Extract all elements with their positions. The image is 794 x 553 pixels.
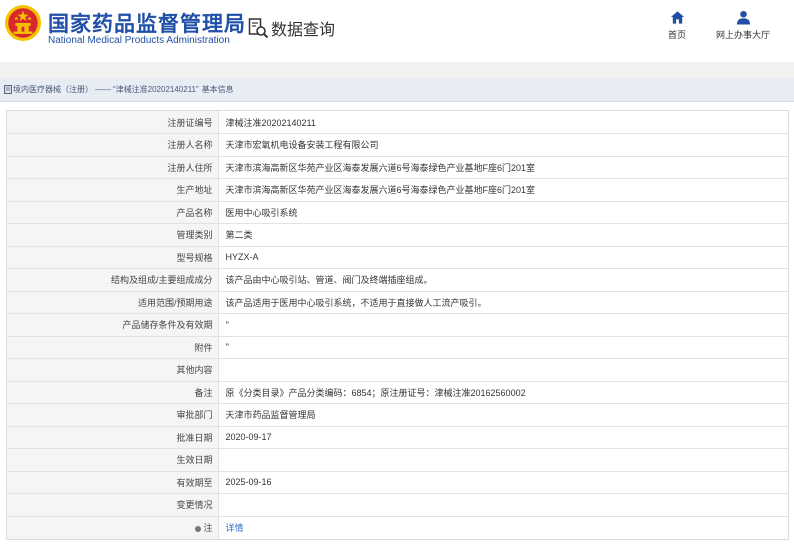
field-label: 注册证编号 bbox=[7, 111, 219, 134]
table-row: 结构及组成/主要组成成分 该产品由中心吸引站、管道、阀门及终端插座组成。 bbox=[7, 268, 788, 292]
field-value: '' bbox=[218, 336, 788, 359]
user-icon bbox=[736, 10, 750, 25]
home-icon bbox=[670, 11, 684, 24]
field-value: HYZX-A bbox=[218, 246, 788, 269]
field-label: 变更情况 bbox=[7, 493, 219, 517]
table-row: 注册人名称 天津市宏氧机电设备安装工程有限公司 bbox=[7, 133, 788, 157]
field-value: 该产品由中心吸引站、管道、阀门及终端插座组成。 bbox=[218, 268, 788, 292]
breadcrumb-category[interactable]: 境内医疗器械（注册） bbox=[13, 84, 93, 95]
table-row: 有效期至 2025-09-16 bbox=[7, 471, 788, 494]
site-title-en: National Medical Products Administration bbox=[48, 35, 230, 46]
field-label: 批准日期 bbox=[7, 426, 219, 449]
details-link[interactable]: 详情 bbox=[226, 523, 244, 533]
field-value: '' bbox=[218, 313, 788, 337]
field-value: 原《分类目录》产品分类编码：6854；原注册证号：津械注准20162560002 bbox=[218, 381, 788, 404]
table-row: 管理类别 第二类 bbox=[7, 223, 788, 247]
breadcrumb-current: 基本信息 bbox=[201, 85, 234, 94]
field-label: 注册人名称 bbox=[7, 133, 219, 157]
table-row: 注册人住所 天津市滨海高新区华苑产业区海泰发展六道6号海泰绿色产业基地F座6门20… bbox=[7, 156, 788, 179]
field-value bbox=[218, 448, 788, 472]
field-label: 备注 bbox=[7, 381, 219, 404]
field-value bbox=[218, 493, 788, 517]
field-value: 津械注准20202140211 bbox=[218, 111, 788, 134]
data-query-heading: 数据查询 bbox=[247, 16, 335, 40]
breadcrumb-record: “津械注准20202140211” bbox=[113, 85, 199, 94]
field-label: 有效期至 bbox=[7, 471, 219, 494]
table-row: 附件 '' bbox=[7, 336, 788, 359]
field-label: 附件 bbox=[7, 336, 219, 359]
note-row: 注 详情 bbox=[7, 516, 788, 539]
field-label: 产品储存条件及有效期 bbox=[7, 313, 219, 337]
data-query-label: 数据查询 bbox=[271, 22, 336, 39]
field-value: 天津市滨海高新区华苑产业区海泰发展六道6号海泰绿色产业基地F座6门201室 bbox=[218, 156, 788, 179]
table-row: 批准日期 2020-09-17 bbox=[7, 426, 788, 449]
field-label: 结构及组成/主要组成成分 bbox=[7, 268, 219, 292]
field-value: 2020-09-17 bbox=[218, 426, 788, 449]
field-value bbox=[218, 358, 788, 382]
nav-online-service-hall[interactable]: 网上办事大厅 bbox=[713, 10, 773, 41]
header-divider-band bbox=[0, 62, 794, 78]
table-row: 产品名称 医用中心吸引系统 bbox=[7, 201, 788, 224]
breadcrumb: 境内医疗器械（注册） —— “津械注准20202140211” 基本信息 bbox=[0, 78, 794, 102]
field-value: 天津市滨海高新区华苑产业区海泰发展六道6号海泰绿色产业基地F座6门201室 bbox=[218, 178, 788, 202]
record-detail-table: 注册证编号 津械注准20202140211 注册人名称 天津市宏氧机电设备安装工程有限… bbox=[6, 110, 789, 540]
table-row: 审批部门 天津市药品监督管理局 bbox=[7, 403, 788, 427]
field-label: 型号规格 bbox=[7, 246, 219, 269]
nav-online-service-hall-label: 网上办事大厅 bbox=[715, 30, 770, 40]
table-row: 适用范围/预期用途 该产品适用于医用中心吸引系统，不适用于直接做人工流产吸引。 bbox=[7, 291, 788, 314]
field-value: 2025-09-16 bbox=[218, 471, 788, 494]
field-label: 注册人住所 bbox=[7, 156, 219, 179]
field-label: 管理类别 bbox=[7, 223, 219, 247]
field-label: 其他内容 bbox=[7, 358, 219, 382]
note-label-cell: 注 bbox=[7, 516, 219, 539]
national-emblem-icon bbox=[4, 4, 42, 42]
field-value: 天津市宏氧机电设备安装工程有限公司 bbox=[218, 133, 788, 157]
field-label: 审批部门 bbox=[7, 403, 219, 427]
field-value: 医用中心吸引系统 bbox=[218, 201, 788, 224]
note-value-cell: 详情 bbox=[218, 516, 788, 539]
document-search-icon bbox=[248, 18, 269, 39]
dot-icon bbox=[195, 525, 202, 532]
document-icon bbox=[4, 85, 12, 94]
table-row: 备注 原《分类目录》产品分类编码：6854；原注册证号：津械注准201625600… bbox=[7, 381, 788, 404]
table-row: 变更情况 bbox=[7, 493, 788, 517]
table-row: 生产地址 天津市滨海高新区华苑产业区海泰发展六道6号海泰绿色产业基地F座6门201… bbox=[7, 178, 788, 202]
field-value: 天津市药品监督管理局 bbox=[218, 403, 788, 427]
field-label: 生效日期 bbox=[7, 448, 219, 472]
site-title-cn: 国家药品监督管理局 bbox=[48, 13, 246, 36]
field-label: 适用范围/预期用途 bbox=[7, 291, 219, 314]
table-row: 产品储存条件及有效期 '' bbox=[7, 313, 788, 337]
field-value: 第二类 bbox=[218, 223, 788, 247]
breadcrumb-separator: —— bbox=[95, 85, 111, 94]
nav-home-label: 首页 bbox=[667, 30, 686, 40]
record-table-body: 注册证编号 津械注准20202140211 注册人名称 天津市宏氧机电设备安装工程有限… bbox=[7, 111, 788, 539]
table-row: 生效日期 bbox=[7, 448, 788, 472]
table-row: 其他内容 bbox=[7, 358, 788, 382]
table-row: 注册证编号 津械注准20202140211 bbox=[7, 111, 788, 134]
field-value: 该产品适用于医用中心吸引系统，不适用于直接做人工流产吸引。 bbox=[218, 291, 788, 314]
site-header: 国家药品监督管理局 National Medical Products Admi… bbox=[0, 0, 794, 62]
field-label: 产品名称 bbox=[7, 201, 219, 224]
note-label: 注 bbox=[203, 523, 213, 533]
table-row: 型号规格 HYZX-A bbox=[7, 246, 788, 269]
field-label: 生产地址 bbox=[7, 178, 219, 202]
nav-home[interactable]: 首页 bbox=[664, 10, 690, 41]
